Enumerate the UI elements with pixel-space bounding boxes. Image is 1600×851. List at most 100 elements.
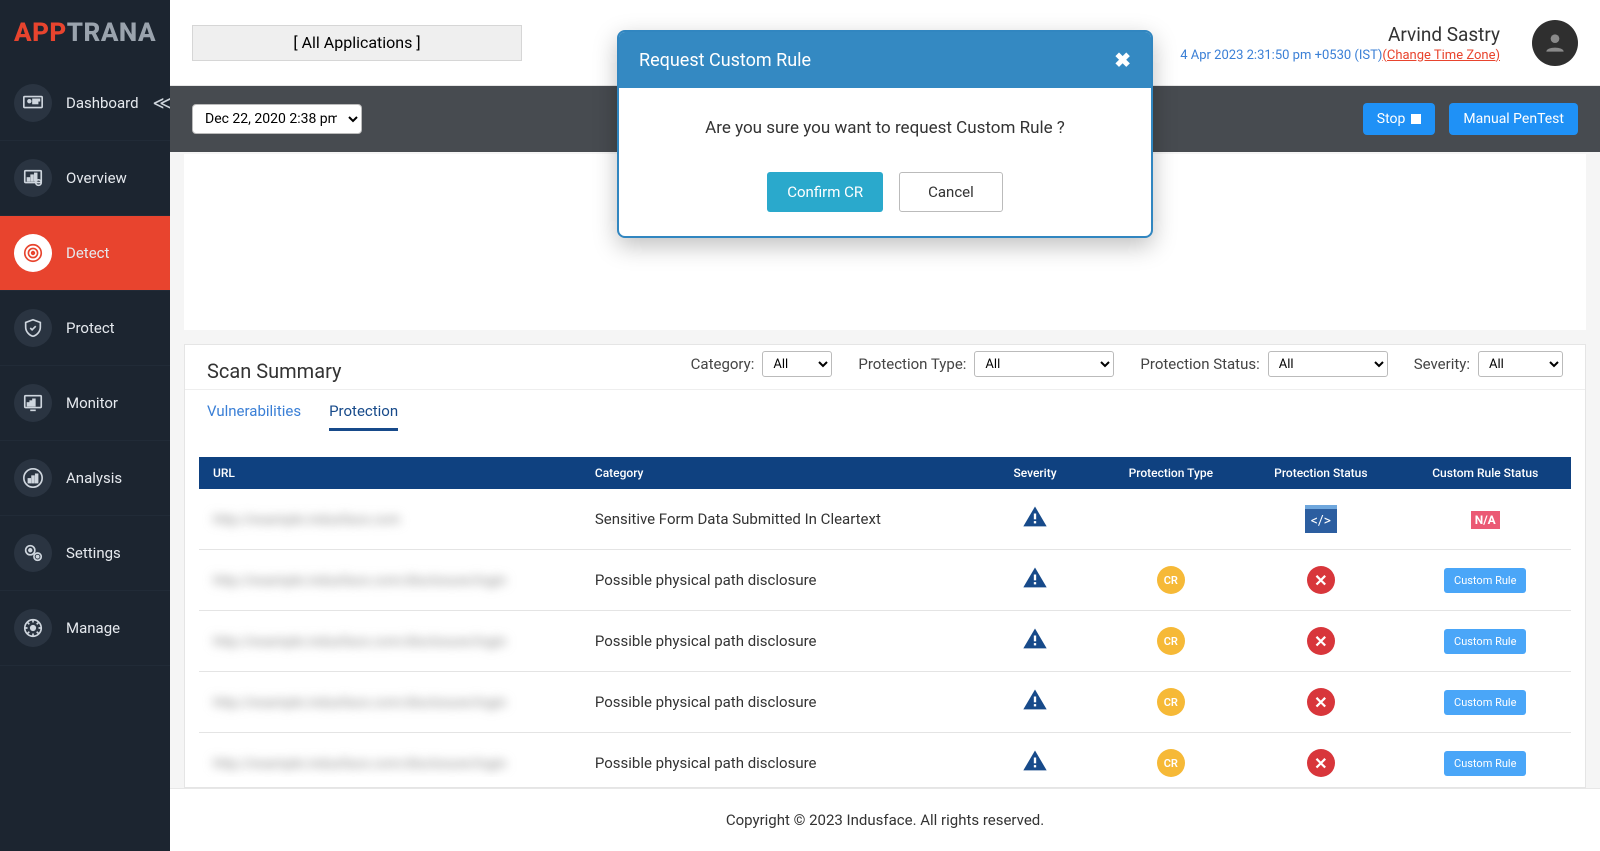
ptype-cell: CR xyxy=(1099,733,1242,778)
logo-part1: APP xyxy=(14,18,67,48)
url-cell: http://example.indusface.com/disclosure/… xyxy=(213,634,506,650)
sidebar-item-label: Dashboard xyxy=(66,94,139,112)
col-url: URL xyxy=(199,457,585,489)
custom-rule-button[interactable]: Custom Rule xyxy=(1444,690,1526,715)
sidebar-item-manage[interactable]: Manage xyxy=(0,591,170,666)
custom-rule-button[interactable]: Custom Rule xyxy=(1444,751,1526,776)
na-badge: N/A xyxy=(1471,511,1500,529)
url-cell: http://example.indusface.com/disclosure/… xyxy=(213,695,506,711)
category-cell: Possible physical path disclosure xyxy=(585,550,971,611)
pstatus-cell: ✕ xyxy=(1242,611,1399,672)
sidebar-item-dashboard[interactable]: Dashboard ≪ xyxy=(0,66,170,141)
sidebar-item-label: Settings xyxy=(66,544,121,562)
modal-header: Request Custom Rule ✖ xyxy=(619,32,1151,88)
sidebar-item-settings[interactable]: Settings xyxy=(0,516,170,591)
x-icon: ✕ xyxy=(1307,749,1335,777)
footer-text: Copyright © 2023 Indusface. All rights r… xyxy=(170,788,1600,851)
sidebar: APPTRANA Dashboard ≪ Overview Detect Pro… xyxy=(0,0,170,851)
protect-icon xyxy=(14,309,52,347)
cr-badge-icon: CR xyxy=(1157,627,1185,655)
filter-category-select[interactable]: All xyxy=(762,351,832,377)
sidebar-item-monitor[interactable]: Monitor xyxy=(0,366,170,441)
crstatus-cell: Custom Rule xyxy=(1399,672,1571,733)
custom-rule-button[interactable]: Custom Rule xyxy=(1444,568,1526,593)
table-row: http://example.indusface.comSensitive Fo… xyxy=(199,489,1571,550)
close-icon[interactable]: ✖ xyxy=(1114,48,1131,72)
tabs: Vulnerabilities Protection xyxy=(185,390,1585,431)
request-custom-rule-modal: Request Custom Rule ✖ Are you sure you w… xyxy=(617,30,1153,238)
analysis-icon xyxy=(14,459,52,497)
table-row: http://example.indusface.com/disclosure/… xyxy=(199,550,1571,611)
ptype-cell xyxy=(1099,489,1242,550)
ptype-cell: CR xyxy=(1099,550,1242,611)
col-category: Category xyxy=(585,457,971,489)
sidebar-item-protect[interactable]: Protect xyxy=(0,291,170,366)
filter-category-label: Category: xyxy=(691,355,755,373)
confirm-cr-button[interactable]: Confirm CR xyxy=(767,172,883,212)
filter-ptype-select[interactable]: All xyxy=(974,351,1114,377)
chevron-left-double-icon: ≪ xyxy=(153,93,168,114)
application-selector[interactable]: [ All Applications ] xyxy=(192,25,522,61)
filter-ptype-label: Protection Type: xyxy=(858,355,966,373)
modal-body: Are you sure you want to request Custom … xyxy=(619,88,1151,148)
filter-pstatus-label: Protection Status: xyxy=(1140,355,1259,373)
detect-icon xyxy=(14,234,52,272)
sidebar-item-label: Detect xyxy=(66,244,109,262)
severity-cell xyxy=(971,611,1100,672)
cancel-button[interactable]: Cancel xyxy=(899,172,1003,212)
x-icon: ✕ xyxy=(1307,688,1335,716)
sidebar-item-overview[interactable]: Overview xyxy=(0,141,170,216)
url-cell: http://example.indusface.com/disclosure/… xyxy=(213,756,506,772)
crstatus-cell: N/A xyxy=(1399,489,1571,550)
ptype-cell: CR xyxy=(1099,611,1242,672)
crstatus-cell: Custom Rule xyxy=(1399,550,1571,611)
severity-cell xyxy=(971,733,1100,778)
col-ptype: Protection Type xyxy=(1099,457,1242,489)
sidebar-item-label: Monitor xyxy=(66,394,118,412)
tab-vulnerabilities[interactable]: Vulnerabilities xyxy=(207,402,301,431)
category-cell: Possible physical path disclosure xyxy=(585,672,971,733)
table-row: http://example.indusface.com/disclosure/… xyxy=(199,672,1571,733)
ptype-cell: CR xyxy=(1099,672,1242,733)
table-row: http://example.indusface.com/disclosure/… xyxy=(199,733,1571,778)
change-timezone-link[interactable]: (Change Time Zone) xyxy=(1382,48,1500,63)
content: Scan Summary Category: All Protection Ty… xyxy=(170,152,1600,851)
sidebar-item-detect[interactable]: Detect xyxy=(0,216,170,291)
filter-severity-label: Severity: xyxy=(1414,355,1470,373)
manual-pentest-button[interactable]: Manual PenTest xyxy=(1449,103,1578,135)
table-row: http://example.indusface.com/disclosure/… xyxy=(199,611,1571,672)
pstatus-cell: ✕ xyxy=(1242,672,1399,733)
crstatus-cell: Custom Rule xyxy=(1399,611,1571,672)
code-icon: </> xyxy=(1305,505,1337,533)
table-wrap[interactable]: URL Category Severity Protection Type Pr… xyxy=(199,457,1571,777)
logo-part2: TRANA xyxy=(67,18,156,48)
sidebar-item-label: Manage xyxy=(66,619,120,637)
monitor-icon xyxy=(14,384,52,422)
tab-protection[interactable]: Protection xyxy=(329,402,398,431)
dashboard-icon xyxy=(14,84,52,122)
x-icon: ✕ xyxy=(1307,627,1335,655)
category-cell: Possible physical path disclosure xyxy=(585,733,971,778)
severity-cell xyxy=(971,672,1100,733)
stop-button[interactable]: Stop xyxy=(1363,103,1436,135)
category-cell: Sensitive Form Data Submitted In Clearte… xyxy=(585,489,971,550)
time-display: 4 Apr 2023 2:31:50 pm +0530 (IST)(Change… xyxy=(1180,48,1500,63)
pstatus-cell: ✕ xyxy=(1242,550,1399,611)
modal-actions: Confirm CR Cancel xyxy=(619,148,1151,236)
avatar[interactable] xyxy=(1532,20,1578,66)
sidebar-item-label: Protect xyxy=(66,319,115,337)
crstatus-cell: Custom Rule xyxy=(1399,733,1571,778)
severity-cell xyxy=(971,489,1100,550)
category-cell: Possible physical path disclosure xyxy=(585,611,971,672)
filter-pstatus-select[interactable]: All xyxy=(1268,351,1388,377)
custom-rule-button[interactable]: Custom Rule xyxy=(1444,629,1526,654)
main: [ All Applications ] Arvind Sastry 4 Apr… xyxy=(170,0,1600,851)
sidebar-item-analysis[interactable]: Analysis xyxy=(0,441,170,516)
sidebar-item-label: Overview xyxy=(66,169,127,187)
scan-date-select[interactable]: Dec 22, 2020 2:38 pm xyxy=(192,104,362,134)
col-severity: Severity xyxy=(971,457,1100,489)
filter-severity-select[interactable]: All xyxy=(1478,351,1563,377)
scan-summary-title: Scan Summary xyxy=(185,349,342,389)
protection-table: URL Category Severity Protection Type Pr… xyxy=(199,457,1571,777)
x-icon: ✕ xyxy=(1307,566,1335,594)
